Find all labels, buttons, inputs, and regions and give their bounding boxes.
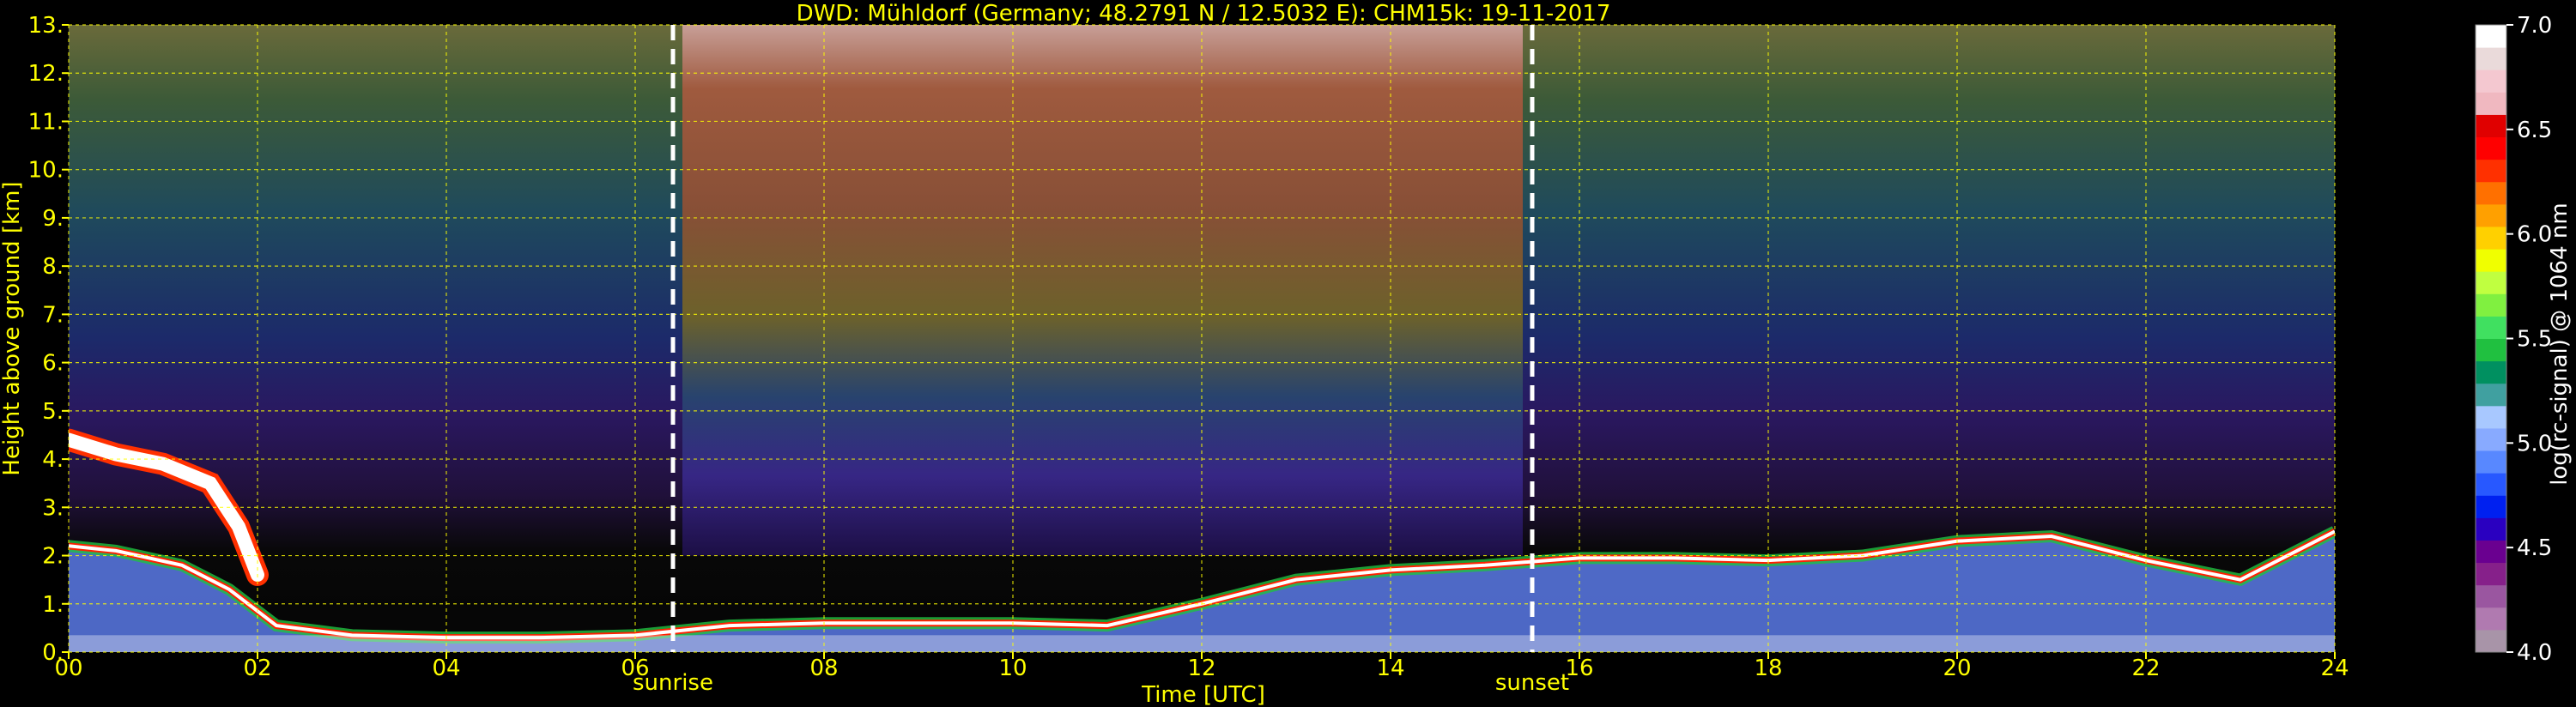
colorbar-swatch [2476,226,2506,250]
x-axis-label: Time [UTC] [1141,682,1265,707]
y-tick-label: 9. [42,206,64,232]
colorbar-swatch [2476,47,2506,70]
colorbar-swatch [2476,584,2506,608]
colorbar-label: log(rc-signal) @ 1064 nm [2547,202,2573,485]
daytime-solar-background [682,25,1523,556]
colorbar-swatch [2476,271,2506,294]
colorbar-swatch [2476,540,2506,564]
x-tick-label: 14 [1376,656,1404,681]
x-tick-label: 08 [809,656,838,681]
colorbar-swatch [2476,607,2506,631]
sunset-label: sunset [1495,670,1569,696]
colorbar-swatch [2476,136,2506,160]
x-tick-label: 16 [1565,656,1593,681]
y-tick-label: 1. [42,592,64,618]
colorbar-tick-label: 7.0 [2517,13,2552,39]
y-tick-label: 4. [42,447,64,473]
colorbar-tick-label: 4.0 [2517,640,2552,666]
colorbar-swatch [2476,427,2506,451]
colorbar-swatch [2476,203,2506,227]
x-tick-label: 10 [998,656,1027,681]
y-tick-label: 5. [42,399,64,425]
y-tick-label: 0. [42,640,64,666]
colorbar-swatch [2476,159,2506,183]
y-tick-label: 7. [42,302,64,328]
y-tick-label: 13. [28,13,64,39]
colorbar-swatch [2476,383,2506,407]
colorbar-swatch [2476,517,2506,541]
x-axis-ticks: 00 02 04 06 08 10 12 14 16 18 20 22 24 [54,652,2349,681]
y-tick-label: 8. [42,254,64,280]
colorbar-swatch [2476,450,2506,474]
x-tick-label: 18 [1754,656,1782,681]
x-tick-label: 02 [243,656,271,681]
colorbar-swatch [2476,316,2506,339]
ceilometer-chart: sunrise sunset 00 02 04 06 08 10 12 14 16 18 20 22 24… [0,1,2573,707]
x-tick-label: 24 [2320,656,2349,681]
x-tick-label: 12 [1187,656,1215,681]
y-axis-ticks: 0. 1. 2. 3. 4. 5. 6. 7. 8. 9. 10. 11. 12. 13. [28,13,69,666]
colorbar-swatch [2476,181,2506,205]
colorbar-swatch [2476,473,2506,496]
y-tick-label: 2. [42,544,64,570]
y-tick-label: 3. [42,495,64,521]
colorbar-tick-label: 4.5 [2517,535,2552,561]
x-tick-label: 04 [432,656,460,681]
colorbar-swatch [2476,293,2506,317]
x-tick-label: 06 [621,656,649,681]
colorbar-swatch [2476,92,2506,115]
x-tick-label: 22 [2131,656,2160,681]
colorbar-swatch [2476,495,2506,518]
colorbar-swatch [2476,25,2506,48]
colorbar-swatch [2476,562,2506,586]
y-tick-label: 11. [28,109,64,135]
x-tick-label: 20 [1943,656,1971,681]
chart-title: DWD: Mühldorf (Germany; 48.2791 N / 12.5… [797,1,1611,27]
colorbar-swatch [2476,114,2506,138]
y-tick-label: 6. [42,351,64,377]
y-tick-label: 10. [28,158,64,184]
colorbar-swatch [2476,338,2506,362]
colorbar-swatch [2476,360,2506,384]
colorbar-tick-label: 6.5 [2517,118,2552,143]
colorbar-swatch [2476,249,2506,272]
colorbar-swatch [2476,629,2506,653]
colorbar: 4.04.55.05.56.06.57.0 [2475,13,2552,666]
y-axis-label: Height above ground [km] [0,181,25,475]
colorbar-swatch [2476,405,2506,429]
y-tick-label: 12. [28,61,64,87]
colorbar-swatch [2476,69,2506,93]
